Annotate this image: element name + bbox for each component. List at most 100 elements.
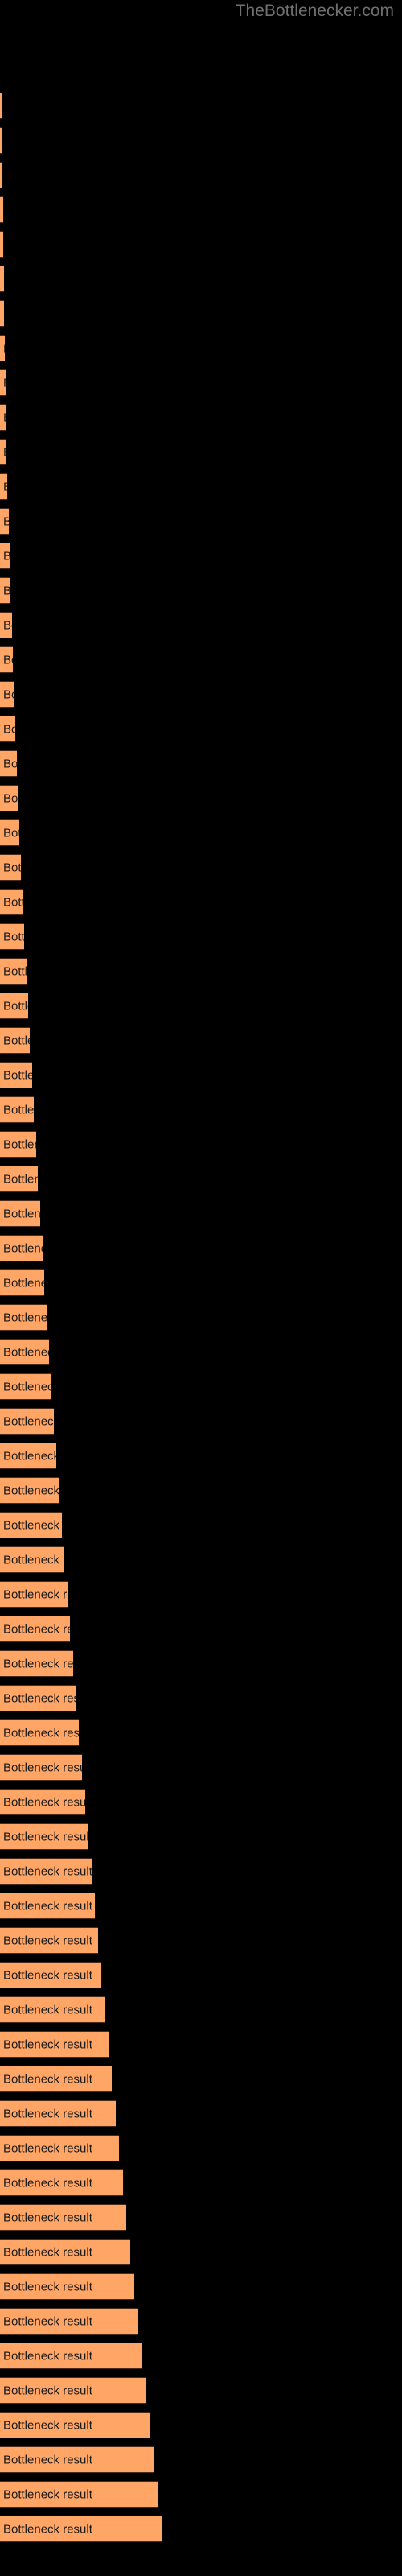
bar-57[interactable]: Bottleneck result [0,2031,109,2058]
bar-13[interactable]: Bottleneck result [0,508,9,535]
bar-38[interactable]: Bottleneck result [0,1373,51,1400]
bar-37[interactable]: Bottleneck result [0,1339,49,1365]
bar-40[interactable]: Bottleneck result [0,1443,56,1469]
bar-row: Bottleneck result [0,2169,402,2196]
bar-62[interactable]: Bottleneck result [0,2204,126,2231]
bar-17[interactable]: Bottleneck result [0,646,13,673]
bar-3[interactable]: Bottleneck result [0,162,2,188]
bar-32[interactable]: Bottleneck result [0,1166,38,1192]
bar-label: Bottleneck result [3,1622,70,1636]
bar-label: Bottleneck result [3,1726,79,1740]
bar-row: Bottleneck result [0,854,402,881]
bar-64[interactable]: Bottleneck result [0,2273,134,2300]
bar-row: Bottleneck result [0,369,402,396]
bar-46[interactable]: Bottleneck result [0,1650,73,1677]
bar-8[interactable]: Bottleneck result [0,335,5,361]
bar-row: Bottleneck result [0,1373,402,1400]
bar-2[interactable]: Bottleneck result [0,127,2,154]
bar-42[interactable]: Bottleneck result [0,1512,62,1538]
bar-18[interactable]: Bottleneck result [0,681,14,708]
bar-30[interactable]: Bottleneck result [0,1096,34,1123]
bar-44[interactable]: Bottleneck result [0,1581,68,1608]
bar-12[interactable]: Bottleneck result [0,473,7,500]
bar-47[interactable]: Bottleneck result [0,1685,76,1711]
bar-56[interactable]: Bottleneck result [0,1996,105,2023]
bar-label: Bottleneck result [3,826,19,840]
bar-row: Bottleneck result [0,646,402,673]
bar-59[interactable]: Bottleneck result [0,2100,116,2127]
bar-25[interactable]: Bottleneck result [0,923,24,950]
bar-48[interactable]: Bottleneck result [0,1719,79,1746]
bar-45[interactable]: Bottleneck result [0,1616,70,1642]
bar-41[interactable]: Bottleneck result [0,1477,59,1504]
bar-61[interactable]: Bottleneck result [0,2169,123,2196]
bar-row: Bottleneck result [0,1304,402,1331]
bar-row: Bottleneck result [0,1477,402,1504]
bar-label: Bottleneck result [3,2072,92,2086]
bar-39[interactable]: Bottleneck result [0,1408,54,1435]
bar-15[interactable]: Bottleneck result [0,577,10,604]
bar-22[interactable]: Bottleneck result [0,819,19,846]
bar-row: Bottleneck result [0,2239,402,2265]
bar-row: Bottleneck result [0,231,402,258]
bar-26[interactable]: Bottleneck result [0,958,27,985]
bar-row: Bottleneck result [0,1962,402,1988]
bar-10[interactable]: Bottleneck result [0,404,6,431]
bar-55[interactable]: Bottleneck result [0,1962,101,1988]
bar-34[interactable]: Bottleneck result [0,1235,43,1261]
bar-50[interactable]: Bottleneck result [0,1789,85,1815]
bar-label: Bottleneck result [3,376,6,390]
bar-5[interactable]: Bottleneck result [0,231,3,258]
bar-69[interactable]: Bottleneck result [0,2446,154,2473]
bar-11[interactable]: Bottleneck result [0,439,6,465]
bar-67[interactable]: Bottleneck result [0,2377,146,2404]
bar-20[interactable]: Bottleneck result [0,750,17,777]
bar-row: Bottleneck result [0,923,402,950]
bar-21[interactable]: Bottleneck result [0,785,18,811]
bar-60[interactable]: Bottleneck result [0,2135,119,2161]
bar-23[interactable]: Bottleneck result [0,854,21,881]
bar-66[interactable]: Bottleneck result [0,2343,142,2369]
bar-33[interactable]: Bottleneck result [0,1200,40,1227]
bar-16[interactable]: Bottleneck result [0,612,12,638]
bar-6[interactable]: Bottleneck result [0,266,4,292]
bar-43[interactable]: Bottleneck result [0,1546,64,1573]
bar-71[interactable]: Bottleneck result [0,2516,162,2542]
bar-label: Bottleneck result [3,1311,47,1324]
bar-label: Bottleneck result [3,307,4,320]
bar-52[interactable]: Bottleneck result [0,1858,92,1885]
bar-4[interactable]: Bottleneck result [0,196,3,223]
bar-24[interactable]: Bottleneck result [0,889,23,915]
bar-29[interactable]: Bottleneck result [0,1062,32,1088]
bar-label: Bottleneck result [3,584,10,597]
bar-65[interactable]: Bottleneck result [0,2308,138,2334]
bar-row: Bottleneck result [0,1339,402,1365]
bar-28[interactable]: Bottleneck result [0,1027,30,1054]
bar-31[interactable]: Bottleneck result [0,1131,36,1158]
bar-70[interactable]: Bottleneck result [0,2481,158,2508]
bar-35[interactable]: Bottleneck result [0,1269,44,1296]
bar-7[interactable]: Bottleneck result [0,300,4,327]
bar-label: Bottleneck result [3,1899,92,1913]
bar-68[interactable]: Bottleneck result [0,2412,150,2438]
bar-row: Bottleneck result [0,162,402,188]
bar-49[interactable]: Bottleneck result [0,1754,82,1781]
bar-53[interactable]: Bottleneck result [0,1893,95,1919]
bar-1[interactable]: Bottleneck result [0,93,2,119]
bar-label: Bottleneck result [3,999,28,1013]
bar-27[interactable]: Bottleneck result [0,993,28,1019]
bar-row: Bottleneck result [0,1096,402,1123]
bar-row: Bottleneck result [0,2377,402,2404]
bar-9[interactable]: Bottleneck result [0,369,6,396]
bar-51[interactable]: Bottleneck result [0,1823,88,1850]
bar-36[interactable]: Bottleneck result [0,1304,47,1331]
bar-row: Bottleneck result [0,1546,402,1573]
bar-row: Bottleneck result [0,2343,402,2369]
bar-63[interactable]: Bottleneck result [0,2239,130,2265]
bar-14[interactable]: Bottleneck result [0,543,10,569]
bar-row: Bottleneck result [0,1823,402,1850]
bar-19[interactable]: Bottleneck result [0,716,15,742]
bar-54[interactable]: Bottleneck result [0,1927,98,1954]
bar-58[interactable]: Bottleneck result [0,2066,112,2092]
bar-row: Bottleneck result [0,1789,402,1815]
